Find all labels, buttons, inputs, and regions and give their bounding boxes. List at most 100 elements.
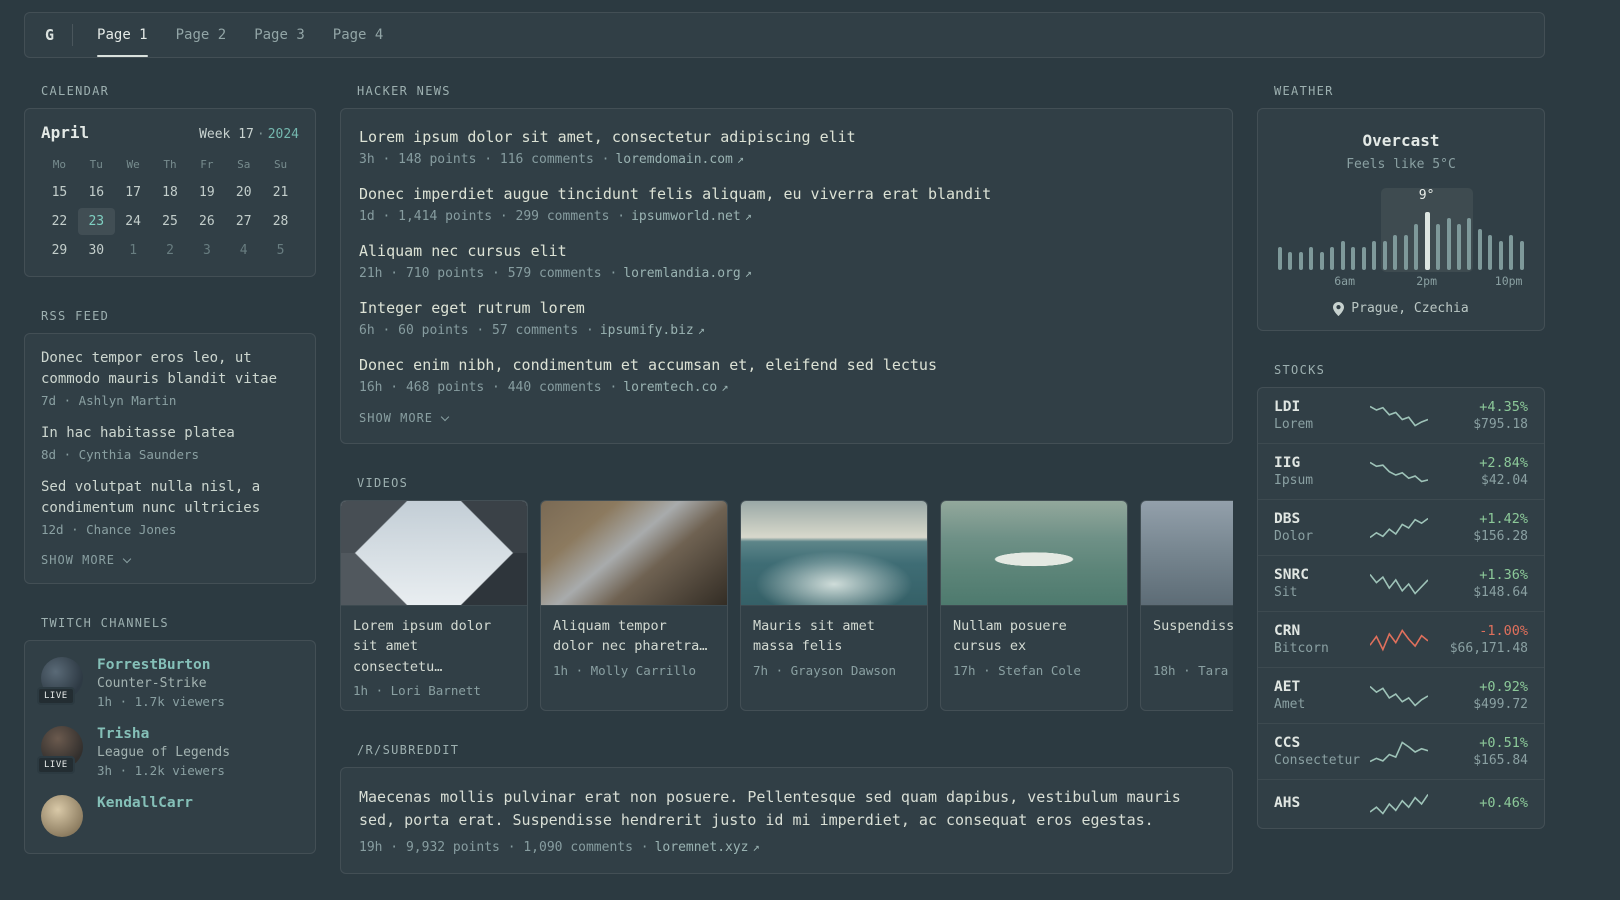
calendar-day[interactable]: 24 [115,208,152,235]
rss-show-more-button[interactable]: SHOW MORE [41,553,132,567]
news-title-link[interactable]: Lorem ipsum dolor sit amet, consectetur … [359,127,1214,148]
weather-hour-bar [1330,247,1335,270]
channel-viewers: 1h · 1.7k viewers [97,694,225,709]
channel-name[interactable]: Trisha [97,726,230,742]
calendar-day[interactable]: 2 [152,237,189,264]
stock-row[interactable]: SNRC Sit +1.36% $148.64 [1258,555,1544,611]
weather-hour-bar [1519,241,1524,270]
video-info: Nullam posuere cursus ex 17h · Stefan Co… [941,606,1127,690]
stock-values: +4.35% $795.18 [1440,399,1528,432]
news-domain: ipsumify.biz [599,323,694,338]
calendar-day[interactable]: 26 [188,208,225,235]
weather-x-tick: 10pm [1494,274,1523,288]
video-thumbnail[interactable] [941,501,1127,606]
news-title-link[interactable]: Donec imperdiet augue tincidunt felis al… [359,184,1214,205]
news-domain-link[interactable]: ipsumify.biz ↗ [600,323,705,338]
news-domain-link[interactable]: ipsumworld.net ↗ [631,209,752,224]
calendar-day[interactable]: 17 [115,179,152,206]
calendar-header: April Week 17 · 2024 [41,123,299,142]
external-link-icon: ↗ [721,380,729,394]
tab-page-1[interactable]: Page 1 [97,13,148,57]
video-card[interactable]: Mauris sit amet massa felis 7h · Grayson… [740,500,928,711]
subreddit-card: Maecenas mollis pulvinar erat non posuer… [340,766,1233,875]
video-title[interactable]: Lorem ipsum dolor sit amet consectetu… [353,616,515,677]
news-domain-link[interactable]: loremtech.co ↗ [623,380,728,395]
channel-name[interactable]: ForrestBurton [97,657,225,673]
calendar-day[interactable]: 1 [115,237,152,264]
calendar-current-day[interactable]: 23 [77,208,115,235]
subreddit-post-title-link[interactable]: Maecenas mollis pulvinar erat non posuer… [359,788,1181,829]
stock-row[interactable]: AHS +0.46% [1258,779,1544,828]
news-domain: ipsumworld.net [631,209,741,224]
rss-item-title-link[interactable]: Sed volutpat nulla nisl, a condimentum n… [41,477,299,519]
calendar-day[interactable]: 3 [188,237,225,264]
calendar-day[interactable]: 21 [262,179,299,206]
app-logo[interactable]: G [45,26,72,44]
stock-ticker: LDI [1274,399,1301,415]
calendar-day[interactable]: 30 [78,237,115,264]
news-domain-link[interactable]: loremdomain.com ↗ [615,152,744,167]
calendar-day[interactable]: 5 [262,237,299,264]
calendar-day[interactable]: 29 [41,237,78,264]
chevron-down-icon [440,412,450,421]
video-card[interactable]: Aliquam tempor dolor nec pharetra… 1h · … [540,500,728,711]
news-domain-link[interactable]: loremlandia.org ↗ [623,266,752,281]
news-title-link[interactable]: Donec enim nibh, condimentum et accumsan… [359,355,1214,376]
video-card[interactable]: Nullam posuere cursus ex 17h · Stefan Co… [940,500,1128,711]
stock-row[interactable]: CCS Consectetur +0.51% $165.84 [1258,723,1544,779]
calendar-weekday-header: Mo [52,158,67,171]
news-title-link[interactable]: Aliquam nec cursus elit [359,241,1214,262]
video-title[interactable]: Nullam posuere cursus ex [953,616,1115,657]
weather-location[interactable]: Prague, Czechia [1274,301,1528,316]
twitch-channel[interactable]: LIVE Trisha League of Legends 3h · 1.2k … [37,726,299,778]
calendar-day[interactable]: 25 [152,208,189,235]
stock-row[interactable]: DBS Dolor +1.42% $156.28 [1258,499,1544,555]
external-link-icon: ↗ [752,840,760,855]
calendar-day[interactable]: 28 [262,208,299,235]
calendar-day[interactable]: 27 [225,208,262,235]
twitch-channel[interactable]: KendallCarr [41,795,299,837]
channel-game: Counter-Strike [97,676,207,691]
stock-row[interactable]: IIG Ipsum +2.84% $42.04 [1258,443,1544,499]
channel-info: Trisha League of Legends 3h · 1.2k viewe… [97,726,230,778]
calendar-day[interactable]: 20 [225,179,262,206]
rss-item-title-link[interactable]: In hac habitasse platea [41,423,299,444]
twitch-channel[interactable]: LIVE ForrestBurton Counter-Strike 1h · 1… [37,657,299,709]
calendar-day[interactable]: 19 [188,179,225,206]
stock-row[interactable]: AET Amet +0.92% $499.72 [1258,667,1544,723]
news-meta-text: 3h · 148 points · 116 comments · [359,152,610,167]
calendar-day[interactable]: 18 [152,179,189,206]
video-thumbnail[interactable] [741,501,927,606]
calendar-day[interactable]: 15 [41,179,78,206]
calendar-day[interactable]: 22 [41,208,78,235]
calendar-day[interactable]: 4 [225,237,262,264]
middle-column: HACKER NEWS Lorem ipsum dolor sit amet, … [340,84,1233,875]
tab-page-2[interactable]: Page 2 [176,13,227,57]
hackernews-show-more-button[interactable]: SHOW MORE [359,411,450,425]
channel-name[interactable]: KendallCarr [97,795,193,811]
tab-page-3[interactable]: Page 3 [254,13,305,57]
video-thumbnail[interactable] [1141,501,1233,606]
stock-row[interactable]: CRN Bitcorn -1.00% $66,171.48 [1258,611,1544,667]
weather-feels-like: Feels like 5°C [1346,157,1456,172]
video-thumbnail[interactable] [541,501,727,606]
show-more-label: SHOW MORE [359,411,434,425]
news-title-link[interactable]: Integer eget rutrum lorem [359,298,1214,319]
video-title[interactable]: Aliquam tempor dolor nec pharetra… [553,616,715,657]
stock-price: $66,171.48 [1449,641,1528,656]
video-title[interactable]: Mauris sit amet massa felis [753,616,915,657]
video-meta: 1h · Lori Barnett [353,682,481,698]
video-thumbnail[interactable] [341,501,527,606]
stock-name: Ipsum [1274,473,1314,488]
rss-item-title-link[interactable]: Donec tempor eros leo, ut commodo mauris… [41,348,299,390]
post-domain-link[interactable]: loremnet.xyz ↗ [655,840,760,855]
video-card[interactable]: Suspendisse diam 18h · Tara [1140,500,1233,711]
stock-row[interactable]: LDI Lorem +4.35% $795.18 [1258,388,1544,443]
dashboard-page: G Page 1 Page 2 Page 3 Page 4 CALENDAR A… [0,0,1620,900]
video-card[interactable]: Lorem ipsum dolor sit amet consectetu… 1… [340,500,528,711]
weather-hour-bar [1477,229,1482,270]
video-title[interactable]: Suspendisse diam [1153,616,1233,657]
tab-page-4[interactable]: Page 4 [333,13,384,57]
weather-hour-bar [1509,235,1514,270]
calendar-day[interactable]: 16 [78,179,115,206]
